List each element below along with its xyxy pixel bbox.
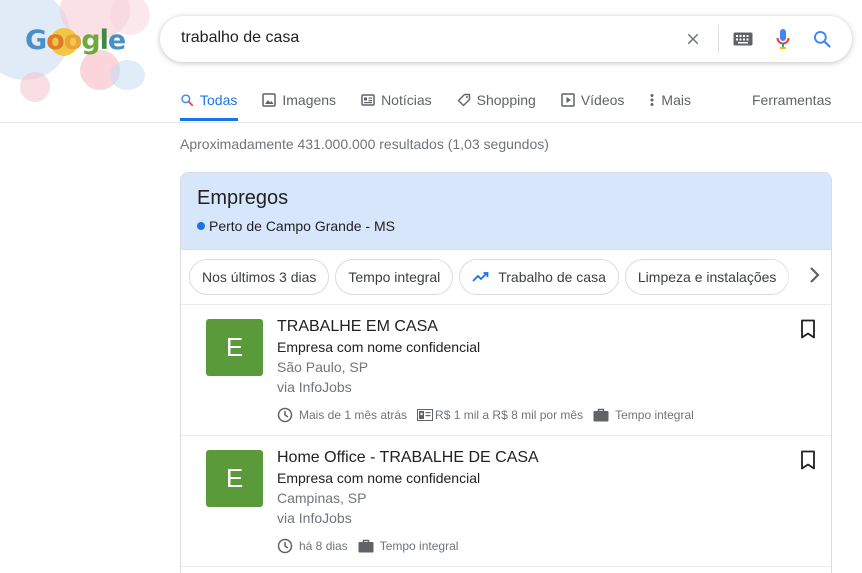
active-tab-indicator: [180, 118, 238, 121]
jobs-card: Empregos Perto de Campo Grande - MS Nos …: [180, 172, 832, 573]
job-source: via InfoJobs: [277, 510, 352, 526]
clear-icon[interactable]: [681, 27, 705, 51]
jobs-title: Empregos: [197, 187, 289, 209]
job-listing[interactable]: E TRABALHE EM CASA Empresa com nome conf…: [181, 305, 831, 436]
google-doodle[interactable]: Google: [0, 0, 170, 118]
tab-shopping[interactable]: Shopping: [457, 89, 536, 111]
job-type: Tempo integral: [379, 539, 459, 553]
jobs-location: Perto de Campo Grande - MS: [197, 218, 815, 234]
news-icon: [361, 93, 375, 107]
chip-label: Trabalho de casa: [498, 269, 606, 285]
briefcase-icon: [593, 408, 609, 422]
more-vert-icon: [649, 93, 655, 107]
job-salary: R$ 1 mil a R$ 8 mil por mês: [435, 408, 584, 422]
microphone-icon[interactable]: [771, 27, 795, 51]
tabs-divider: [0, 122, 862, 123]
tag-icon: [457, 93, 471, 107]
job-meta: há 8 dias Tempo integral: [277, 538, 468, 554]
job-company: Empresa com nome confidencial: [277, 339, 481, 355]
location-dot-icon: [197, 222, 205, 230]
tab-label: Shopping: [476, 92, 536, 108]
search-input[interactable]: trabalho de casa: [181, 29, 299, 47]
money-icon: [417, 409, 434, 421]
tab-todas[interactable]: Todas: [180, 89, 237, 111]
job-title: Home Office - TRABALHE DE CASA: [277, 449, 539, 466]
tab-label: Mais: [661, 92, 691, 108]
chip-label: Limpeza e instalações: [637, 269, 777, 285]
company-logo: E: [206, 319, 263, 376]
job-type: Tempo integral: [615, 408, 694, 422]
tab-label: Vídeos: [580, 92, 625, 108]
chip-full-time[interactable]: Tempo integral: [335, 259, 454, 295]
search-box[interactable]: trabalho de casa: [160, 16, 852, 62]
bookmark-icon[interactable]: [797, 318, 819, 340]
job-location: Campinas, SP: [277, 490, 367, 506]
job-meta: Mais de 1 mês atrás R$ 1 mil a R$ 8 mil …: [277, 407, 704, 423]
play-icon: [561, 93, 575, 107]
clock-icon: [277, 538, 293, 554]
job-listing[interactable]: E Home Office - TRABALHE DE CASA Empresa…: [181, 436, 831, 567]
chip-work-from-home[interactable]: Trabalho de casa: [459, 259, 619, 295]
chip-last-3-days[interactable]: Nos últimos 3 dias: [189, 259, 330, 295]
job-posted: Mais de 1 mês atrás: [299, 408, 408, 422]
briefcase-icon: [358, 539, 374, 553]
trending-icon: [472, 271, 490, 283]
chip-label: Tempo integral: [348, 269, 441, 285]
tab-videos[interactable]: Vídeos: [561, 89, 625, 111]
chip-cleaning[interactable]: Limpeza e instalações: [624, 259, 790, 295]
search-tabs: Todas Imagens Notícias Shopping Vídeos M…: [180, 89, 716, 121]
clock-icon: [277, 407, 293, 423]
chevron-right-icon: [809, 266, 821, 289]
tab-noticias[interactable]: Notícias: [361, 89, 432, 111]
tools-button[interactable]: Ferramentas: [752, 92, 831, 108]
filter-chips: Nos últimos 3 dias Tempo integral Trabal…: [181, 250, 831, 305]
google-logo: Google: [25, 25, 126, 56]
bookmark-icon[interactable]: [797, 449, 819, 471]
tab-label: Imagens: [282, 92, 337, 108]
job-source: via InfoJobs: [277, 379, 352, 395]
image-icon: [262, 93, 277, 107]
tab-label: Notícias: [381, 92, 432, 108]
tab-label: Todas: [200, 92, 238, 108]
jobs-location-label: Perto de Campo Grande - MS: [209, 218, 395, 234]
company-logo: E: [206, 450, 263, 507]
job-location: São Paulo, SP: [277, 359, 369, 375]
job-company: Empresa com nome confidencial: [277, 470, 481, 486]
search-divider: [718, 25, 719, 53]
chips-next-button[interactable]: [781, 250, 831, 304]
tab-imagens[interactable]: Imagens: [262, 89, 336, 111]
job-title: TRABALHE EM CASA: [277, 318, 438, 335]
result-stats: Aproximadamente 431.000.000 resultados (…: [180, 136, 549, 152]
jobs-header[interactable]: Empregos Perto de Campo Grande - MS: [181, 173, 831, 250]
keyboard-icon[interactable]: [731, 27, 755, 51]
search-icon: [180, 93, 194, 107]
tab-mais[interactable]: Mais: [649, 89, 691, 111]
job-posted: há 8 dias: [299, 539, 348, 553]
search-icon[interactable]: [810, 27, 834, 51]
chip-label: Nos últimos 3 dias: [202, 269, 317, 285]
